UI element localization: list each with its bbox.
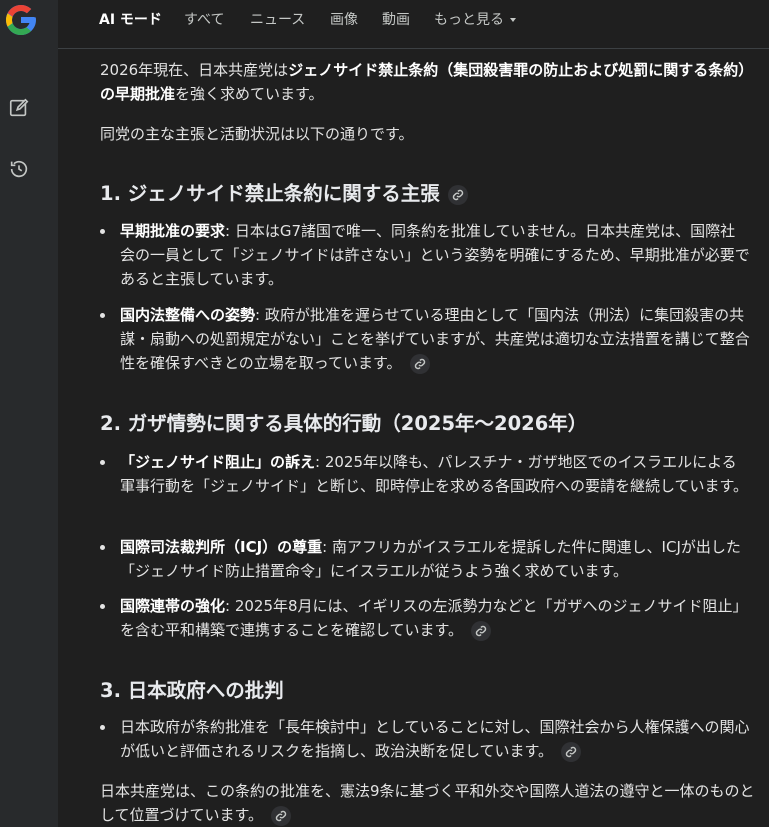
- sidebar: [0, 0, 58, 827]
- link-icon[interactable]: [447, 184, 468, 205]
- closing-paragraph: 日本共産党は、この条約の批准を、憲法9条に基づく平和外交や国際人道法の遵守と一体…: [100, 779, 755, 827]
- tab-ai-mode[interactable]: AI モード: [99, 9, 162, 29]
- link-icon[interactable]: [561, 741, 582, 762]
- list-item: 国内法整備への姿勢: 政府が批准を遅らせている理由として「国内法（刑法）に集団殺…: [100, 303, 750, 375]
- section-3-heading: 3. 日本政府への批判: [100, 679, 284, 702]
- list-item: 「ジェノサイド阻止」の訴え: 2025年以降も、パレスチナ・ガザ地区でのイスラエ…: [100, 450, 750, 498]
- intro-paragraph-2: 同党の主な主張と活動状況は以下の通りです。: [100, 125, 414, 143]
- list-item: 国際連帯の強化: 2025年8月には、イギリスの左派勢力などと「ガザへのジェノサ…: [100, 594, 750, 642]
- section-1-heading: 1. ジェノサイド禁止条約に関する主張: [100, 177, 468, 206]
- list-item: 国際司法裁判所（ICJ）の尊重: 南アフリカがイスラエルを提訴した件に関連し、I…: [100, 535, 750, 583]
- tab-more[interactable]: もっと見る: [434, 9, 516, 29]
- intro-text-1: 2026年現在、日本共産党は: [100, 61, 289, 79]
- item-bold: 国際司法裁判所（ICJ）の尊重: [120, 538, 323, 556]
- edit-icon[interactable]: [8, 97, 30, 119]
- item-bold: 国際連帯の強化: [120, 597, 226, 615]
- item-bold: 「ジェノサイド阻止」の訴え: [120, 453, 316, 471]
- google-logo-icon[interactable]: [3, 2, 39, 38]
- history-icon[interactable]: [8, 158, 30, 180]
- tab-images[interactable]: 画像: [330, 9, 358, 29]
- closing-text: 日本共産党は、この条約の批准を、憲法9条に基づく平和外交や国際人道法の遵守と一体…: [100, 782, 755, 824]
- ai-answer: 2026年現在、日本共産党はジェノサイド禁止条約（集団殺害罪の防止および処罰に関…: [58, 49, 769, 827]
- list-item: 早期批准の要求: 日本はG7諸国で唯一、同条約を批准していません。日本共産党は、…: [100, 219, 750, 291]
- section-2-heading: 2. ガザ情勢に関する具体的行動（2025年〜2026年）: [100, 412, 588, 435]
- link-icon[interactable]: [471, 620, 492, 641]
- item-bold: 早期批准の要求: [120, 222, 226, 240]
- tab-all[interactable]: すべて: [184, 9, 224, 29]
- list-item: 日本政府が条約批准を「長年検討中」としていることに対し、国際社会から人権保護への…: [100, 715, 750, 763]
- tab-news[interactable]: ニュース: [250, 9, 305, 29]
- tab-videos[interactable]: 動画: [382, 9, 410, 29]
- tab-more-label: もっと見る: [434, 12, 504, 28]
- chevron-down-icon: [510, 18, 516, 22]
- intro-text-2: を強く求めています。: [175, 85, 324, 103]
- link-icon[interactable]: [409, 353, 430, 374]
- section-1-title: 1. ジェノサイド禁止条約に関する主張: [100, 182, 440, 205]
- link-icon[interactable]: [271, 805, 292, 826]
- top-nav: AI モード すべて ニュース 画像 動画 もっと見る: [58, 0, 769, 48]
- item-bold: 国内法整備への姿勢: [120, 306, 256, 324]
- intro-paragraph: 2026年現在、日本共産党はジェノサイド禁止条約（集団殺害罪の防止および処罰に関…: [100, 58, 755, 106]
- item-text: 日本政府が条約批准を「長年検討中」としていることに対し、国際社会から人権保護への…: [120, 718, 750, 760]
